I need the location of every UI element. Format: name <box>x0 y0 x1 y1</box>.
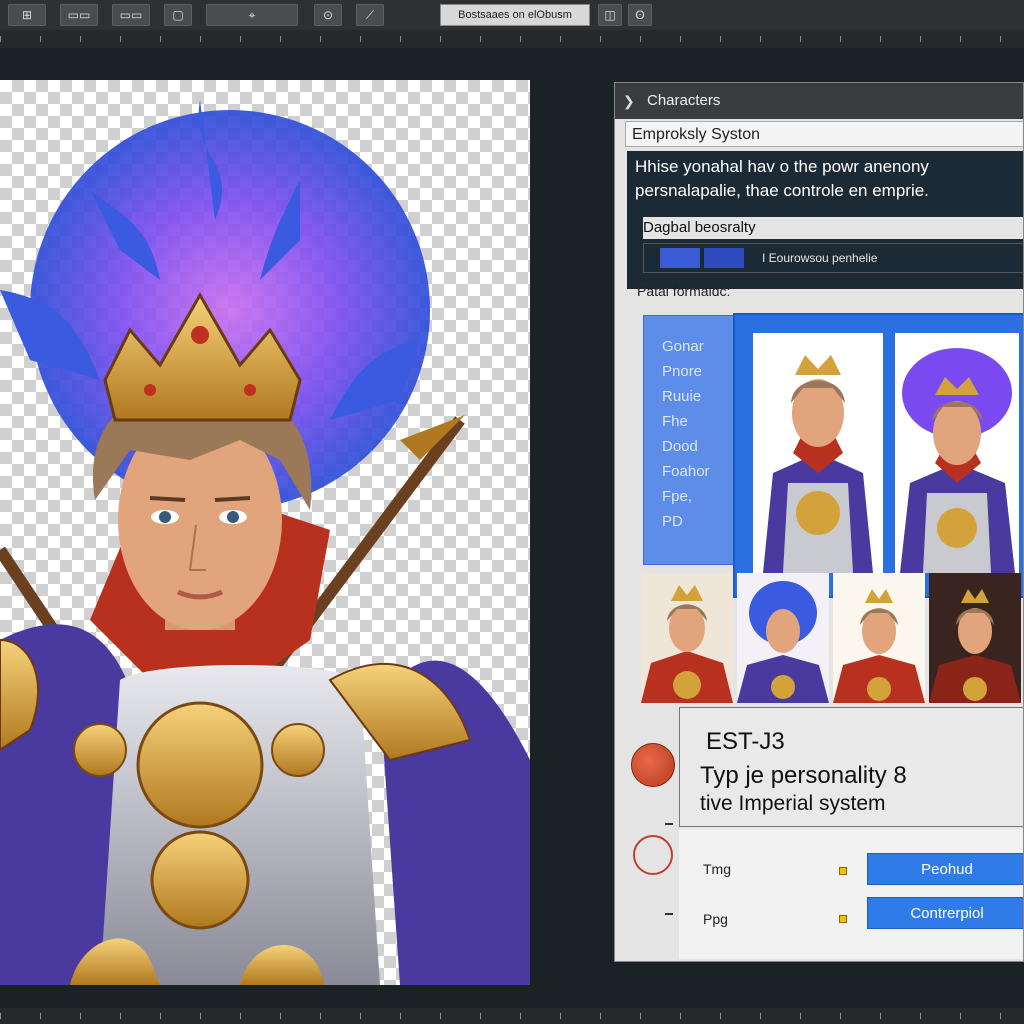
personality-type: Typ je personality 8 <box>700 762 907 789</box>
status-dot-1 <box>839 867 847 875</box>
swatch-1[interactable] <box>660 248 700 268</box>
toolbar-button-7[interactable]: ◫ <box>598 4 622 26</box>
document-title: Bostsaaes on elObusm <box>440 4 590 26</box>
divider-mark <box>665 913 673 915</box>
characters-panel: ❯ Characters Emproksly Syston Hhise yona… <box>614 82 1024 962</box>
thumbnail-image <box>737 581 829 703</box>
portrait-card-1[interactable] <box>753 333 883 573</box>
character-illustration <box>0 100 530 985</box>
toolbar-button-6[interactable]: ⟋ <box>356 4 384 26</box>
personality-system: tive Imperial system <box>700 792 886 815</box>
bottom-ruler <box>0 1008 1024 1024</box>
panel-title: Characters <box>647 92 721 109</box>
thumbnail-4[interactable] <box>929 573 1021 703</box>
attribute-item[interactable]: Pnore <box>662 359 742 384</box>
attribute-item[interactable]: Ruuie <box>662 384 742 409</box>
divider-mark <box>665 823 673 825</box>
chest-armor <box>100 665 380 985</box>
attribute-item[interactable]: Dood <box>662 434 742 459</box>
thumbnail-1[interactable] <box>641 573 733 703</box>
attribute-item[interactable]: Fhe <box>662 409 742 434</box>
top-ruler <box>0 30 1024 48</box>
attribute-item[interactable]: PD <box>662 509 742 534</box>
toolbar-button-4[interactable]: ⌖ <box>206 4 298 26</box>
ring-icon[interactable] <box>633 835 673 875</box>
portrait-image <box>753 333 883 573</box>
control-label-1: Tmg <box>703 861 731 877</box>
digital-personality-bar[interactable]: I Eourowsou penhelie <box>643 243 1023 273</box>
thumbnail-image <box>929 589 1021 703</box>
primary-button-2[interactable]: Contrerpiol <box>867 897 1023 929</box>
digital-label: Dagbal beosralty <box>643 217 1023 239</box>
portrait-card-2[interactable] <box>895 333 1019 573</box>
record-icon[interactable] <box>631 743 675 787</box>
digital-value: I Eourowsou penhelie <box>762 251 878 265</box>
panel-header[interactable]: ❯ Characters <box>615 83 1023 119</box>
status-dot-2 <box>839 915 847 923</box>
chevron-icon[interactable]: ❯ <box>623 83 635 119</box>
artboard-canvas[interactable] <box>0 80 530 985</box>
toolbar-button-2[interactable]: ▭▭ <box>112 4 150 26</box>
attribute-list[interactable]: Gonar Pnore Ruuie Fhe Dood Foahor Fpe, P… <box>643 315 743 565</box>
primary-button-1[interactable]: Peohud <box>867 853 1023 885</box>
toolbar-button-0[interactable]: ⊞ <box>8 4 46 26</box>
thumbnail-3[interactable] <box>833 573 925 703</box>
swatch-2[interactable] <box>704 248 744 268</box>
thumbnail-2[interactable] <box>737 573 829 703</box>
thumbnail-image <box>641 585 733 703</box>
portrait-preview[interactable] <box>733 313 1023 598</box>
description-line-2: persnalapalie, thae controle en emprie. <box>635 181 929 200</box>
top-toolbar: ⊞ ▭▭ ▭▭ ▢ ⌖ ⊙ ⟋ Bostsaaes on elObusm ◫ ʘ <box>0 0 1024 31</box>
control-area: Tmg Peohud Ppg Contrerpiol <box>679 829 1023 959</box>
toolbar-button-1[interactable]: ▭▭ <box>60 4 98 26</box>
description-line-1: Hhise yonahal hav o the powr anenony <box>635 157 929 176</box>
toolbar-button-8[interactable]: ʘ <box>628 4 652 26</box>
toolbar-button-3[interactable]: ▢ <box>164 4 192 26</box>
personality-info-box: EST-J3 Typ je personality 8 tive Imperia… <box>679 707 1023 827</box>
attribute-item[interactable]: Fpe, <box>662 484 742 509</box>
portrait-thumbnails <box>641 573 1023 703</box>
system-title-field[interactable]: Emproksly Syston <box>625 121 1023 147</box>
thumbnail-image <box>833 589 925 703</box>
portrait-image <box>895 333 1019 573</box>
attribute-item[interactable]: Foahor <box>662 459 742 484</box>
personality-code: EST-J3 <box>706 728 785 755</box>
control-label-2: Ppg <box>703 911 728 927</box>
attribute-item[interactable]: Gonar <box>662 334 742 359</box>
toolbar-button-5[interactable]: ⊙ <box>314 4 342 26</box>
portrait-label: Patal formaldc: <box>637 283 731 299</box>
